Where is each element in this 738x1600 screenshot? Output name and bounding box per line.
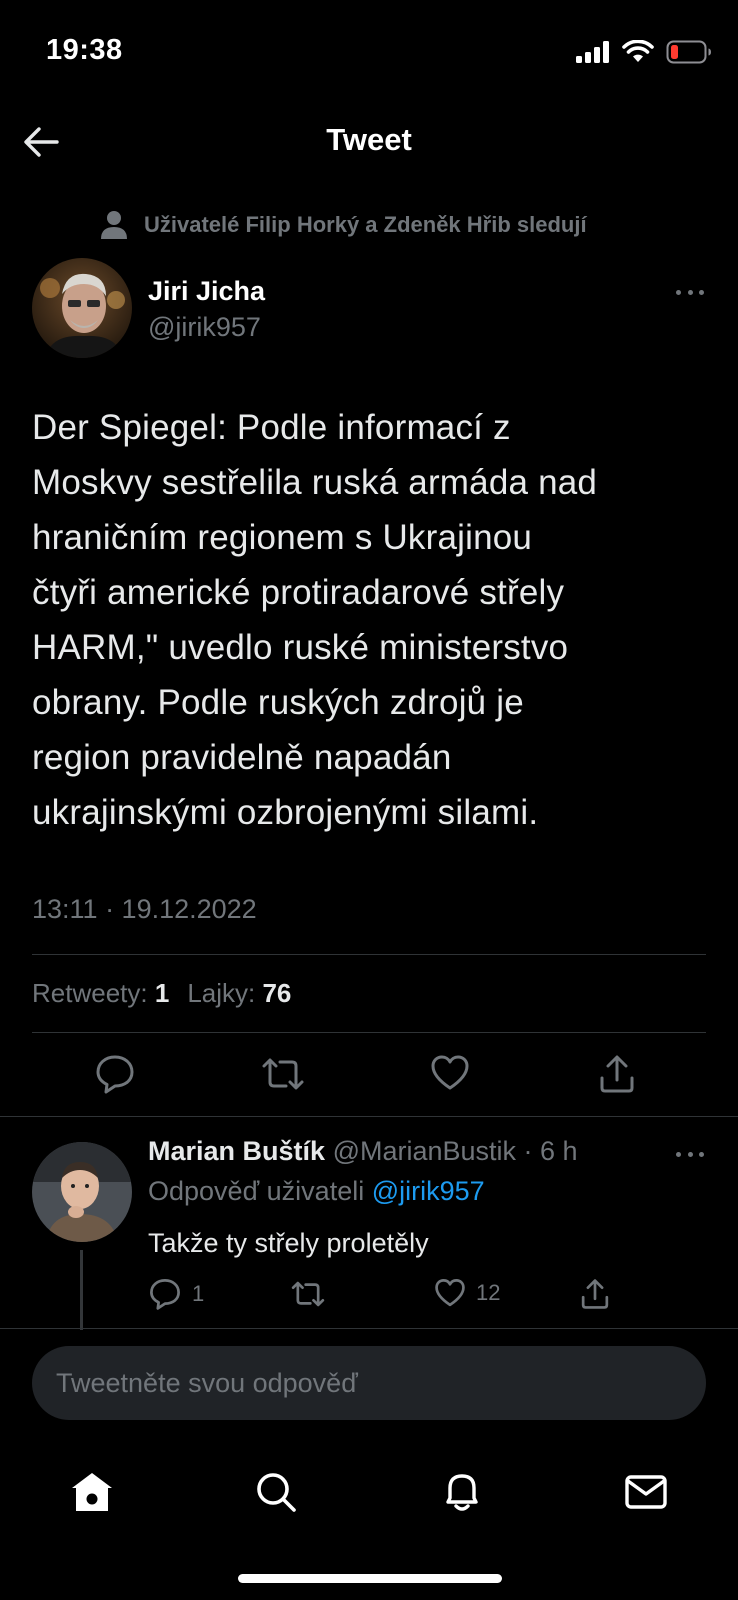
header: Tweet (0, 100, 738, 184)
dot (676, 289, 681, 295)
retweet-icon (262, 1058, 304, 1090)
reply-meta: @MarianBustik · 6 h (332, 1136, 578, 1166)
reply-count: 1 (192, 1281, 205, 1306)
reply-share-button[interactable] (580, 1278, 610, 1310)
divider (32, 1032, 706, 1033)
reply-button[interactable] (94, 1054, 136, 1094)
dot (699, 289, 704, 295)
page-title: Tweet (326, 122, 412, 157)
tweet-actions (0, 1054, 738, 1114)
reply-header: Marian Buštík @MarianBustik · 6 h (148, 1136, 578, 1167)
reply-reply-button[interactable]: 1 (148, 1278, 204, 1310)
social-context-text: Uživatelé Filip Horký a Zdeněk Hřib sled… (144, 212, 587, 237)
dot (699, 1151, 704, 1157)
home-icon (72, 1473, 112, 1511)
tab-search[interactable] (246, 1462, 306, 1522)
search-icon (257, 1473, 296, 1512)
wifi-icon (622, 40, 654, 62)
reply-to-label: Odpověď uživateli (148, 1176, 365, 1206)
divider (0, 1116, 738, 1117)
retweet-button[interactable] (260, 1054, 306, 1094)
retweet-icon (291, 1281, 325, 1307)
divider (32, 954, 706, 955)
dot (687, 289, 693, 295)
messages-icon (625, 1475, 667, 1509)
tweet-text: Der Spiegel: Podle informací z Moskvy se… (32, 408, 598, 832)
reply-actions: 1 12 (0, 1278, 738, 1314)
reply-more-options-button[interactable] (670, 1142, 710, 1166)
retweets-label: Retweety: (32, 978, 148, 1008)
divider (0, 1328, 738, 1329)
heart-icon (435, 1279, 465, 1307)
tab-bar (0, 1440, 738, 1540)
reply-text: Takže ty střely proletěly (148, 1228, 429, 1258)
status-icons (576, 40, 712, 64)
reply-to-mention[interactable]: @jirik957 (372, 1176, 485, 1206)
reply-retweet-button[interactable] (290, 1278, 336, 1310)
retweets-count: 1 (154, 978, 170, 1008)
reply-author-name[interactable]: Marian Buštík (148, 1136, 325, 1166)
author-avatar[interactable] (32, 258, 132, 358)
notifications-icon (446, 1474, 478, 1511)
share-icon (581, 1279, 609, 1309)
compose-placeholder: Tweetněte svou odpověď (56, 1367, 358, 1398)
reply-author-avatar[interactable] (32, 1142, 132, 1242)
social-context[interactable]: Uživatelé Filip Horký a Zdeněk Hřib sled… (100, 205, 587, 245)
tweet-timestamp[interactable]: 13:11 · 19.12.2022 (32, 894, 257, 925)
reply-like-button[interactable]: 12 (434, 1278, 500, 1308)
reply-icon (150, 1279, 180, 1310)
signal-icon (576, 41, 609, 63)
likes-label: Lajky: (187, 978, 256, 1008)
tab-notifications[interactable] (432, 1462, 492, 1522)
reply-to: Odpověď uživateli @jirik957 (148, 1176, 485, 1207)
person-icon (101, 211, 127, 239)
heart-icon (431, 1055, 469, 1090)
status-time: 19:38 (46, 34, 123, 66)
share-button[interactable] (598, 1054, 636, 1094)
reply-compose-input[interactable]: Tweetněte svou odpověď (32, 1346, 706, 1420)
tweet-stats: Retweety: 1 Lajky: 76 (32, 978, 291, 1009)
like-count: 12 (476, 1280, 501, 1305)
more-options-button[interactable] (670, 280, 710, 304)
reply-icon (96, 1055, 134, 1094)
author-name[interactable]: Jiri Jicha (148, 276, 265, 307)
retweets-stat[interactable]: Retweety: 1 (32, 978, 169, 1009)
battery-low-icon (666, 40, 711, 64)
tab-home[interactable] (62, 1462, 122, 1522)
author-handle[interactable]: @jirik957 (148, 312, 261, 343)
share-icon (600, 1055, 634, 1093)
dot (687, 1151, 693, 1157)
likes-count: 76 (262, 978, 292, 1008)
tab-messages[interactable] (616, 1462, 676, 1522)
status-bar: 19:38 (0, 0, 738, 100)
home-indicator (238, 1574, 502, 1583)
like-button[interactable] (430, 1054, 470, 1092)
likes-stat[interactable]: Lajky: 76 (187, 978, 291, 1009)
dot (676, 1151, 681, 1157)
